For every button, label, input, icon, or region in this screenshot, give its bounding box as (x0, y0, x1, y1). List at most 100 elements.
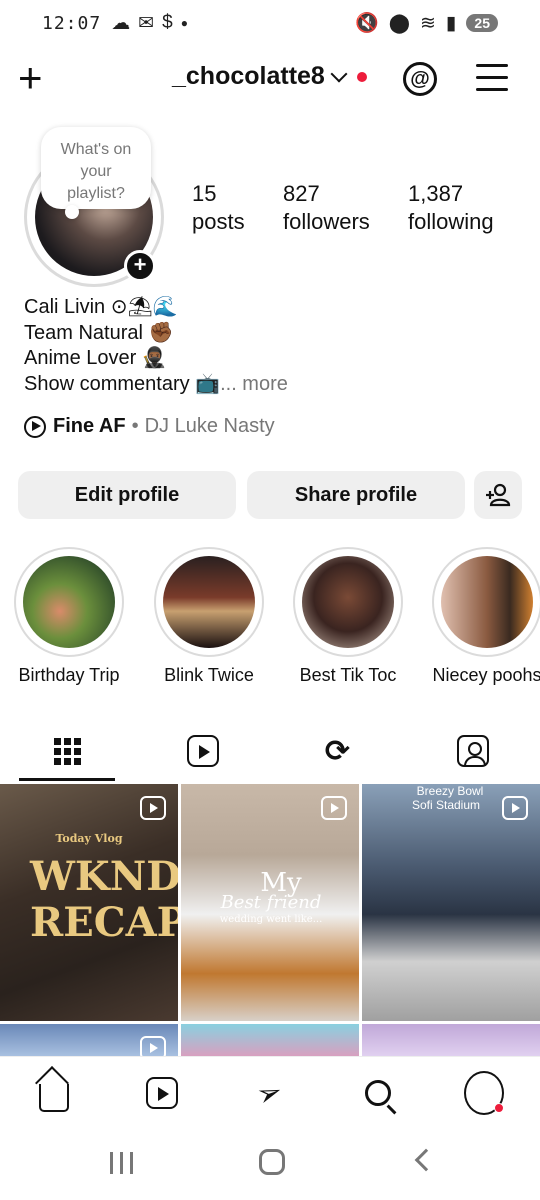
stat-followers[interactable]: 827 followers (283, 180, 370, 236)
system-home-button[interactable] (259, 1149, 285, 1175)
reel-badge-icon (140, 796, 166, 820)
highlight-ring (14, 547, 124, 657)
bio: Cali Livin ⊙⛱🌊 Team Natural ✊🏾 Anime Lov… (24, 295, 288, 397)
status-bar: 12:07 ☁ ✉ $ ● 🔇 ⬤ ≋ ▮ 25 (0, 0, 540, 46)
reels-icon (186, 735, 219, 767)
tab-posts[interactable] (0, 722, 135, 780)
create-icon[interactable]: + (18, 57, 54, 99)
post-overlay-title: Breezy Bowl (416, 784, 484, 798)
profile-music[interactable]: Fine AF • DJ Luke Nasty (24, 415, 275, 438)
bio-line: Anime Lover 🥷🏾 (24, 347, 167, 369)
share-profile-button[interactable]: Share profile (247, 471, 465, 519)
profile-tabs: ⟳ (0, 722, 540, 782)
highlight-label: Birthday Trip (18, 665, 120, 685)
post-tile[interactable] (0, 1024, 178, 1056)
bio-line: Show commentary 📺... more (24, 372, 288, 398)
system-back-button[interactable] (414, 1148, 438, 1172)
stat-following[interactable]: 1,387 following (408, 180, 494, 236)
following-count: 1,387 (408, 181, 464, 206)
profile-header: + _chocolatte8 @ (0, 56, 540, 106)
hamburger-menu-icon[interactable] (476, 64, 508, 92)
dollar-icon: $ (162, 12, 173, 33)
highlight-niecey-poohs[interactable]: Niecey poohs (432, 547, 540, 686)
following-label: following (408, 209, 494, 234)
bio-line: Team Natural ✊🏾 (24, 321, 174, 344)
song-artist: DJ Luke Nasty (144, 415, 275, 437)
bio-more-link[interactable]: ... more (220, 373, 288, 395)
note-bubble[interactable]: What's on your playlist? (41, 127, 151, 219)
nav-reels[interactable] (142, 1073, 182, 1113)
post-overlay-sub: wedding went like... (219, 914, 323, 925)
post-overlay-small: Today Vlog (55, 832, 123, 845)
post-overlay-title: WKND RECAP (30, 853, 178, 946)
mail-icon: ✉ (138, 12, 155, 34)
highlight-cover (163, 556, 255, 648)
highlight-ring (293, 547, 403, 657)
highlight-cover (23, 556, 115, 648)
grid-icon (54, 737, 81, 765)
post-tile[interactable]: Today Vlog WKND RECAP (0, 784, 178, 1021)
discover-people-button[interactable] (474, 471, 522, 519)
cloud-icon: ☁ (111, 12, 131, 34)
reposts-icon: ⟳ (324, 734, 351, 768)
highlight-best-tik-toc[interactable]: Best Tik Toc (293, 547, 403, 686)
add-person-icon (486, 483, 511, 507)
posts-count: 15 (192, 181, 217, 206)
post-tile[interactable] (181, 1024, 359, 1056)
reel-badge-icon (321, 796, 347, 820)
username: _chocolatte8 (172, 62, 325, 90)
post-tile[interactable]: My Best friend wedding went like... (181, 784, 359, 1021)
tab-tagged[interactable] (405, 722, 540, 780)
post-overlay-script: Best friend (220, 892, 322, 913)
highlight-blink-twice[interactable]: Blink Twice (154, 547, 264, 686)
search-icon (365, 1080, 391, 1106)
followers-count: 827 (283, 181, 320, 206)
highlight-ring (154, 547, 264, 657)
play-icon (24, 415, 46, 438)
song-separator: • (131, 415, 139, 437)
add-story-icon[interactable]: + (124, 250, 156, 282)
tab-reposts[interactable]: ⟳ (270, 722, 405, 780)
notification-dot (356, 71, 367, 82)
edit-profile-button[interactable]: Edit profile (18, 471, 236, 519)
active-tab-indicator (19, 778, 115, 781)
bio-line-text: Show commentary 📺 (24, 372, 221, 395)
location-icon: ⬤ (388, 12, 411, 34)
bottom-nav: ➢ (0, 1056, 540, 1128)
highlight-label: Niecey poohs (432, 665, 540, 685)
reel-badge-icon (140, 1036, 166, 1056)
battery-icon: 25 (466, 14, 498, 32)
tab-reels[interactable] (135, 722, 270, 780)
highlight-label: Best Tik Toc (299, 665, 397, 685)
direct-icon: ➢ (252, 1073, 288, 1113)
account-switcher[interactable]: _chocolatte8 (172, 62, 367, 91)
nav-profile[interactable] (464, 1071, 504, 1115)
threads-icon[interactable]: @ (403, 62, 437, 96)
followers-label: followers (283, 209, 370, 234)
bio-line: Cali Livin ⊙⛱🌊 (24, 296, 178, 318)
posts-label: posts (192, 209, 245, 234)
notification-icons: ☁ ✉ $ ● (111, 12, 188, 35)
post-tile[interactable] (362, 1024, 540, 1056)
system-nav-bar (0, 1128, 540, 1200)
highlight-cover (302, 556, 394, 648)
nav-home[interactable] (34, 1073, 74, 1113)
highlight-cover (441, 556, 533, 648)
system-icons: 🔇 ⬤ ≋ ▮ 25 (355, 11, 498, 35)
nav-direct[interactable]: ➢ (250, 1073, 290, 1113)
post-overlay-sub: Sofi Stadium (411, 798, 481, 812)
note-placeholder: What's on your playlist? (60, 141, 132, 202)
song-title: Fine AF (53, 415, 126, 437)
profile-avatar (464, 1071, 504, 1115)
recents-button[interactable] (110, 1152, 133, 1174)
tagged-icon (456, 735, 489, 767)
status-time: 12:07 (42, 12, 102, 34)
highlight-birthday-trip[interactable]: Birthday Trip (14, 547, 124, 686)
reels-icon (146, 1077, 178, 1109)
home-icon (39, 1084, 69, 1112)
nav-search[interactable] (358, 1073, 398, 1113)
stat-posts[interactable]: 15 posts (192, 180, 245, 236)
signal-icon: ▮ (445, 12, 457, 34)
post-tile[interactable]: Breezy Bowl Sofi Stadium (362, 784, 540, 1021)
dot-icon: ● (180, 16, 188, 30)
